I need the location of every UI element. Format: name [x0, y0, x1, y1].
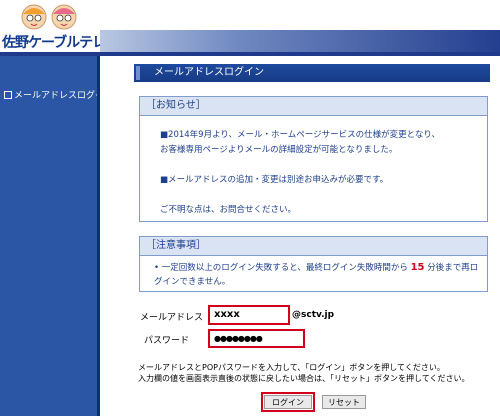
page-title: メールアドレスログイン [134, 64, 490, 82]
caution-text: 一定回数以上のログイン失敗すると、最終ログイン失敗時間から [161, 263, 408, 273]
sidebar-separator [97, 56, 100, 416]
notice-line: ■メールアドレスの追加・変更は別途お申込みが必要です。 [160, 175, 389, 185]
instruction-line: 入力欄の値を画面表示直後の状態に戻したい場合は、「リセット」ボタンを押してくださ… [138, 374, 470, 383]
email-label: メールアドレス [140, 313, 204, 323]
mascot-logo-icon [21, 4, 77, 30]
instructions: メールアドレスとPOPパスワードを入力して、「ログイン」ボタンを押してください。… [138, 362, 470, 384]
login-button[interactable]: ログイン [264, 395, 312, 409]
password-label: パスワード [144, 336, 190, 346]
lockout-minutes: 15 [410, 262, 425, 273]
email-domain: @sctv.jp [292, 310, 335, 320]
sidebar: メールアドレスログイン [0, 56, 113, 416]
header-band [100, 30, 500, 52]
plus-box-icon [4, 90, 12, 99]
password-input[interactable]: ●●●●●●●● [208, 329, 305, 348]
reset-button[interactable]: リセット [322, 395, 366, 409]
instruction-line: メールアドレスとPOPパスワードを入力して、「ログイン」ボタンを押してください。 [138, 363, 445, 372]
caution-panel: ［注意事項］ • 一定回数以上のログイン失敗すると、最終ログイン失敗時間から 1… [139, 236, 488, 292]
email-input[interactable]: xxxx [208, 305, 290, 325]
title-accent [136, 66, 140, 80]
notice-line: お客様専用ページよりメールの詳細設定が可能となりました。 [160, 145, 398, 155]
notice-line: ご不明な点は、お問合せください。 [160, 205, 297, 215]
notice-body: ■2014年9月より、メール・ホームページサービスの仕様が変更となり、 お客様専… [140, 116, 487, 218]
notice-heading: ［お知らせ］ [140, 97, 487, 116]
caution-body: • 一定回数以上のログイン失敗すると、最終ログイン失敗時間から 15 分後まで再… [154, 262, 479, 287]
notice-panel: ［お知らせ］ ■2014年9月より、メール・ホームページサービスの仕様が変更とな… [139, 96, 488, 222]
caution-heading: ［注意事項］ [140, 237, 487, 256]
header: 佐野ケーブルテレビ [0, 0, 500, 52]
notice-line: ■2014年9月より、メール・ホームページサービスの仕様が変更となり、 [160, 130, 441, 140]
